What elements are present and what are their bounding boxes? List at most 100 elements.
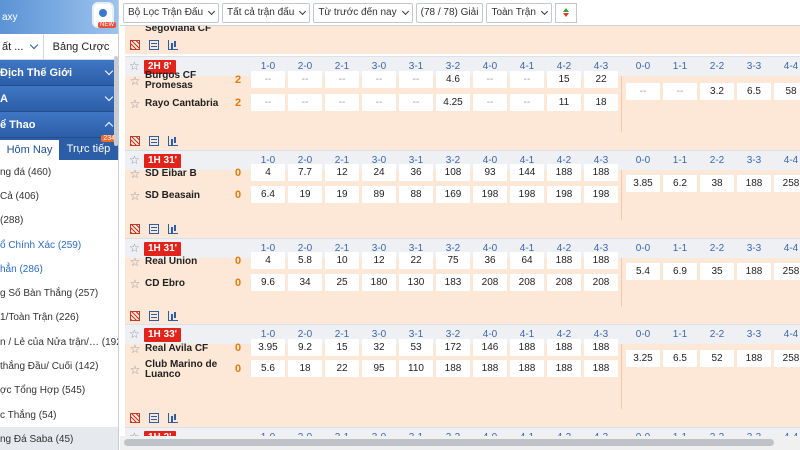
odds-cell[interactable]: 208: [510, 274, 544, 291]
away-team[interactable]: ☆ Club Marino de Luanco: [125, 359, 243, 380]
odds-cell[interactable]: 172: [436, 339, 470, 356]
stats-chart-icon[interactable]: [168, 40, 178, 50]
draw-odds-cell[interactable]: 3.25: [626, 350, 660, 367]
sidebar-item[interactable]: ợc Tổng Hợp (545): [0, 379, 118, 403]
home-team[interactable]: ☆ Real Union: [125, 251, 243, 272]
odds-cell[interactable]: 32: [362, 339, 396, 356]
odds-cell[interactable]: 18: [584, 94, 618, 111]
odds-cell[interactable]: --: [399, 71, 433, 88]
score-grid-icon[interactable]: [130, 136, 140, 146]
draw-odds-cell[interactable]: 35: [700, 263, 734, 280]
odds-cell[interactable]: 188: [510, 360, 544, 377]
odds-cell[interactable]: 188: [584, 360, 618, 377]
league-filter-dropdown[interactable]: Bộ Lọc Trận Đấu: [123, 2, 220, 23]
odds-cell[interactable]: 9.6: [251, 274, 285, 291]
odds-cell[interactable]: --: [325, 94, 359, 111]
draw-odds-cell[interactable]: 52: [700, 350, 734, 367]
odds-cell[interactable]: 34: [288, 274, 322, 291]
match-info-icon[interactable]: [149, 40, 159, 50]
odds-cell[interactable]: 188: [436, 360, 470, 377]
odds-cell[interactable]: --: [288, 71, 322, 88]
odds-cell[interactable]: 22: [325, 360, 359, 377]
match-info-icon[interactable]: [149, 136, 159, 146]
favorite-star-icon[interactable]: ☆: [125, 74, 145, 88]
odds-cell[interactable]: --: [288, 94, 322, 111]
odds-cell[interactable]: 5.8: [288, 252, 322, 269]
favorite-star-icon[interactable]: ☆: [125, 342, 145, 356]
sidebar-item[interactable]: (288): [0, 209, 118, 233]
odds-cell[interactable]: --: [251, 94, 285, 111]
sidebar-item[interactable]: c Thắng (54): [0, 403, 118, 427]
favorite-star-icon[interactable]: ☆: [125, 277, 145, 291]
odds-cell[interactable]: 188: [473, 360, 507, 377]
odds-cell[interactable]: 130: [399, 274, 433, 291]
odds-cell[interactable]: 19: [325, 186, 359, 203]
odds-cell[interactable]: 11: [547, 94, 581, 111]
odds-cell[interactable]: 9.2: [288, 339, 322, 356]
odds-cell[interactable]: 146: [473, 339, 507, 356]
draw-odds-cell[interactable]: 3.85: [626, 175, 660, 192]
draw-odds-cell[interactable]: 258: [774, 175, 800, 192]
odds-cell[interactable]: 7.7: [288, 164, 322, 181]
odds-cell[interactable]: 108: [436, 164, 470, 181]
odds-cell[interactable]: 75: [436, 252, 470, 269]
sidebar-section-world-cup[interactable]: Địch Thế Giới: [0, 60, 118, 86]
favorite-star-icon[interactable]: ☆: [125, 97, 145, 111]
odds-cell[interactable]: 24: [362, 164, 396, 181]
home-team[interactable]: ☆ SD Eibar B: [125, 163, 243, 184]
score-grid-icon[interactable]: [130, 40, 140, 50]
draw-odds-cell[interactable]: 3.2: [700, 83, 734, 100]
sidebar-item[interactable]: n / Lẻ của Nửa trận/… (192): [0, 330, 118, 354]
odds-cell[interactable]: 15: [325, 339, 359, 356]
score-grid-icon[interactable]: [130, 311, 140, 321]
odds-cell[interactable]: --: [251, 71, 285, 88]
full-match-dropdown[interactable]: Toàn Trận: [486, 2, 552, 23]
match-info-icon[interactable]: [149, 413, 159, 423]
odds-cell[interactable]: 25: [325, 274, 359, 291]
odds-cell[interactable]: --: [510, 94, 544, 111]
sidebar-item[interactable]: 1/Toàn Trận (226): [0, 306, 118, 330]
sidebar-item[interactable]: Cả (406): [0, 184, 118, 208]
odds-cell[interactable]: 110: [399, 360, 433, 377]
odds-cell[interactable]: 89: [362, 186, 396, 203]
draw-odds-cell[interactable]: --: [626, 83, 660, 100]
odds-cell[interactable]: 18: [288, 360, 322, 377]
odds-cell[interactable]: 4: [251, 252, 285, 269]
draw-odds-cell[interactable]: 258: [774, 350, 800, 367]
sidebar-item[interactable]: hẳn (286): [0, 257, 118, 281]
tab-today[interactable]: Hôm Nay: [0, 138, 59, 160]
sidebar-item[interactable]: ổ Chính Xác (259): [0, 233, 118, 257]
brand-banner[interactable]: axy NEW: [0, 0, 118, 34]
match-info-icon[interactable]: [149, 224, 159, 234]
odds-cell[interactable]: 208: [473, 274, 507, 291]
odds-cell[interactable]: 144: [510, 164, 544, 181]
odds-cell[interactable]: 10: [325, 252, 359, 269]
odds-cell[interactable]: 15: [547, 71, 581, 88]
draw-odds-cell[interactable]: 6.9: [663, 263, 697, 280]
odds-cell[interactable]: 208: [584, 274, 618, 291]
odds-cell[interactable]: --: [473, 94, 507, 111]
odds-cell[interactable]: 22: [584, 71, 618, 88]
odds-cell[interactable]: 208: [547, 274, 581, 291]
sidebar-item[interactable]: thắng Đầu/ Cuối (142): [0, 354, 118, 378]
odds-cell[interactable]: 198: [547, 186, 581, 203]
odds-cell[interactable]: 93: [473, 164, 507, 181]
match-info-icon[interactable]: [149, 311, 159, 321]
odds-cell[interactable]: 188: [584, 252, 618, 269]
odds-cell[interactable]: 6.4: [251, 186, 285, 203]
odds-cell[interactable]: 36: [473, 252, 507, 269]
odds-cell[interactable]: --: [362, 94, 396, 111]
odds-cell[interactable]: 4.6: [436, 71, 470, 88]
draw-odds-cell[interactable]: 188: [737, 175, 771, 192]
favorite-star-icon[interactable]: ☆: [125, 189, 145, 203]
league-count-button[interactable]: (78 / 78) Giải: [415, 2, 484, 23]
favorite-star-icon[interactable]: ☆: [125, 167, 145, 181]
odds-cell[interactable]: 183: [436, 274, 470, 291]
draw-odds-cell[interactable]: 38: [700, 175, 734, 192]
draw-odds-cell[interactable]: 6.5: [737, 83, 771, 100]
odds-cell[interactable]: 12: [325, 164, 359, 181]
odds-cell[interactable]: 3.95: [251, 339, 285, 356]
odds-cell[interactable]: --: [325, 71, 359, 88]
sidebar-scrollbar[interactable]: [113, 26, 118, 436]
odds-cell[interactable]: 53: [399, 339, 433, 356]
